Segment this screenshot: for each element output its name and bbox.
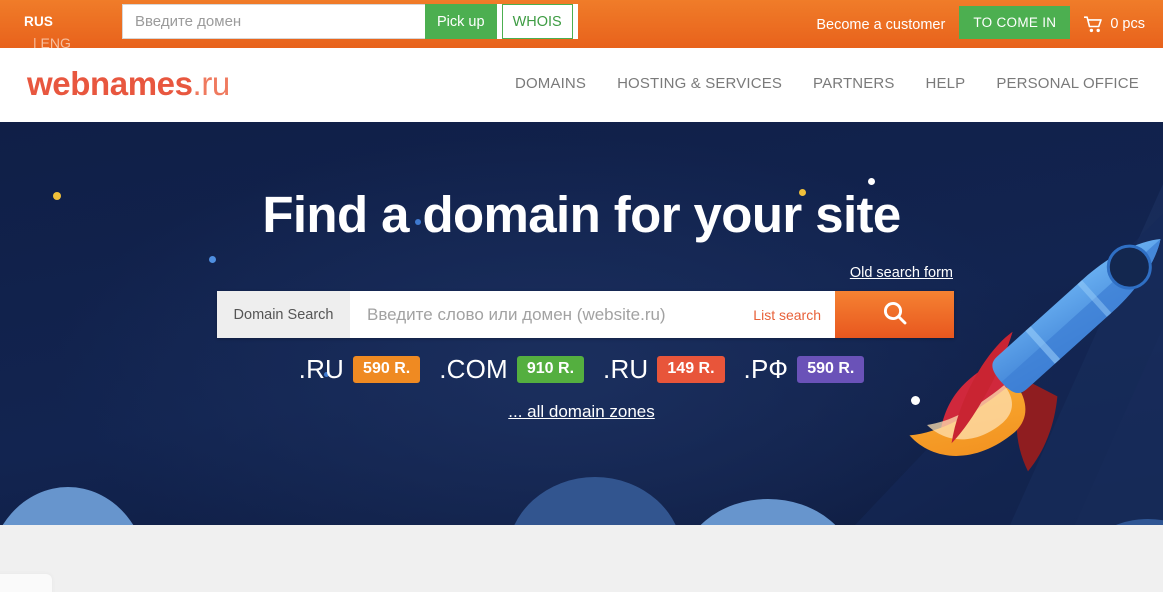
nav-links: DOMAINS HOSTING & SERVICES PARTNERS HELP… bbox=[515, 75, 1139, 92]
all-domain-zones: ... all domain zones bbox=[0, 402, 1163, 422]
logo-name: webnames bbox=[27, 65, 193, 102]
whois-button[interactable]: WHOIS bbox=[501, 4, 573, 39]
page-title: Find a domain for your site bbox=[262, 186, 901, 243]
login-button[interactable]: TO COME IN bbox=[959, 6, 1071, 39]
zone-name: .RU bbox=[603, 354, 649, 384]
zone-price: 590 R. bbox=[353, 356, 421, 383]
top-bar-actions: Become a customer TO COME IN 0 pcs bbox=[816, 6, 1145, 39]
zone-item[interactable]: .COM 910 R. bbox=[439, 354, 585, 385]
domain-quick-input[interactable] bbox=[122, 4, 425, 39]
star-dot bbox=[867, 177, 875, 185]
all-domain-zones-link[interactable]: ... all domain zones bbox=[508, 402, 654, 421]
search-input-wrapper: List search bbox=[350, 291, 835, 338]
language-option-eng[interactable]: | ENG bbox=[24, 33, 114, 48]
main-navigation-bar: webnames.ru DOMAINS HOSTING & SERVICES P… bbox=[0, 48, 1163, 122]
zone-item[interactable]: .RU 149 R. bbox=[603, 354, 725, 385]
nav-link-partners[interactable]: PARTNERS bbox=[813, 75, 895, 92]
shopping-cart-icon bbox=[1084, 15, 1103, 33]
pick-up-button[interactable]: Pick up bbox=[425, 4, 497, 39]
top-utility-bar: RUS | ENG Pick up WHOIS Become a custome… bbox=[0, 0, 1163, 48]
list-search-link[interactable]: List search bbox=[753, 307, 821, 323]
search-submit-button[interactable] bbox=[835, 291, 954, 338]
hero-banner: Find a domain for your site Old search f… bbox=[0, 122, 1163, 525]
floating-panel bbox=[0, 574, 52, 592]
nav-link-personal-office[interactable]: PERSONAL OFFICE bbox=[996, 75, 1139, 92]
zone-name: .РФ bbox=[743, 354, 789, 384]
zone-price: 149 R. bbox=[657, 356, 725, 383]
domain-search-form: Domain Search List search bbox=[217, 291, 954, 338]
quick-domain-form: Pick up WHOIS bbox=[122, 4, 578, 39]
zone-name: .COM bbox=[439, 354, 508, 384]
zone-item[interactable]: .RU 590 R. bbox=[299, 354, 421, 385]
nav-link-help[interactable]: HELP bbox=[926, 75, 966, 92]
zone-price: 590 R. bbox=[797, 356, 865, 383]
zone-price: 910 R. bbox=[516, 356, 585, 383]
zone-item[interactable]: .РФ 590 R. bbox=[744, 354, 865, 385]
become-a-customer-link[interactable]: Become a customer bbox=[816, 13, 945, 33]
old-search-form-link[interactable]: Old search form bbox=[850, 265, 953, 281]
logo-tld: .ru bbox=[192, 65, 231, 102]
nav-link-domains[interactable]: DOMAINS bbox=[515, 75, 586, 92]
search-icon bbox=[882, 300, 908, 329]
search-type-selector[interactable]: Domain Search bbox=[217, 291, 350, 338]
cart-count-label: 0 pcs bbox=[1110, 16, 1145, 32]
zone-name: .RU bbox=[298, 354, 345, 384]
language-switcher[interactable]: RUS | ENG bbox=[24, 10, 114, 48]
nav-link-hosting-services[interactable]: HOSTING & SERVICES bbox=[617, 75, 782, 92]
cart-widget[interactable]: 0 pcs bbox=[1084, 13, 1145, 33]
page-content-below-hero bbox=[0, 525, 1163, 592]
site-logo[interactable]: webnames.ru bbox=[27, 65, 230, 103]
star-dot bbox=[208, 255, 216, 263]
domain-zone-prices: .RU 590 R. .COM 910 R. .RU 149 R. .РФ 59… bbox=[0, 354, 1163, 385]
language-option-rus[interactable]: RUS bbox=[24, 14, 53, 29]
